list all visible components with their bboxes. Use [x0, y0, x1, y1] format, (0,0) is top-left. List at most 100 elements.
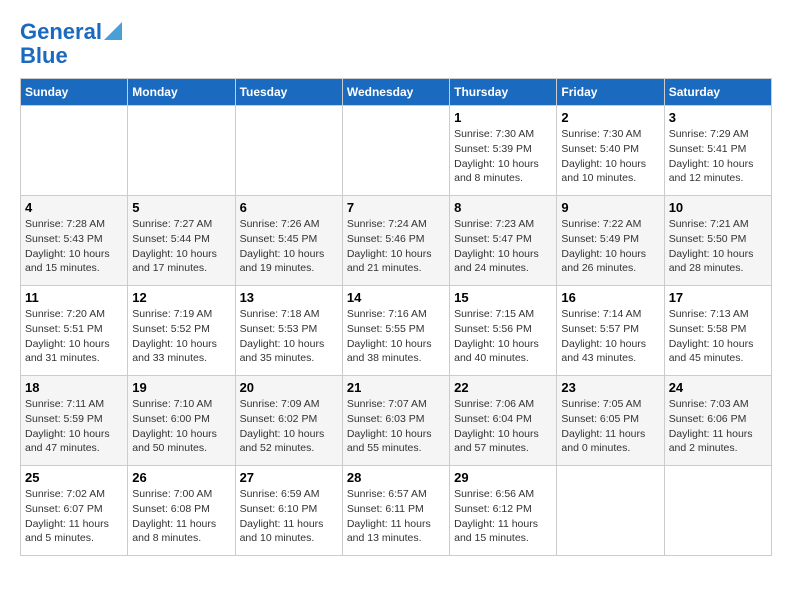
day-number: 14: [347, 290, 445, 305]
calendar-week-1: 1 Sunrise: 7:30 AM Sunset: 5:39 PM Daylig…: [21, 106, 772, 196]
day-info: Sunrise: 6:59 AM Sunset: 6:10 PM Dayligh…: [240, 487, 338, 546]
day-number: 15: [454, 290, 552, 305]
day-info: Sunrise: 6:57 AM Sunset: 6:11 PM Dayligh…: [347, 487, 445, 546]
calendar-cell: 9 Sunrise: 7:22 AM Sunset: 5:49 PM Daylig…: [557, 196, 664, 286]
day-number: 3: [669, 110, 767, 125]
calendar-week-5: 25 Sunrise: 7:02 AM Sunset: 6:07 PM Dayli…: [21, 466, 772, 556]
day-number: 18: [25, 380, 123, 395]
day-info: Sunrise: 7:29 AM Sunset: 5:41 PM Dayligh…: [669, 127, 767, 186]
day-info: Sunrise: 7:24 AM Sunset: 5:46 PM Dayligh…: [347, 217, 445, 276]
day-info: Sunrise: 7:15 AM Sunset: 5:56 PM Dayligh…: [454, 307, 552, 366]
day-number: 29: [454, 470, 552, 485]
day-info: Sunrise: 7:18 AM Sunset: 5:53 PM Dayligh…: [240, 307, 338, 366]
col-header-friday: Friday: [557, 79, 664, 106]
calendar-week-2: 4 Sunrise: 7:28 AM Sunset: 5:43 PM Daylig…: [21, 196, 772, 286]
calendar-cell: 1 Sunrise: 7:30 AM Sunset: 5:39 PM Daylig…: [450, 106, 557, 196]
day-number: 22: [454, 380, 552, 395]
day-number: 7: [347, 200, 445, 215]
col-header-thursday: Thursday: [450, 79, 557, 106]
day-info: Sunrise: 7:11 AM Sunset: 5:59 PM Dayligh…: [25, 397, 123, 456]
day-number: 10: [669, 200, 767, 215]
col-header-saturday: Saturday: [664, 79, 771, 106]
day-number: 28: [347, 470, 445, 485]
day-number: 25: [25, 470, 123, 485]
calendar-week-4: 18 Sunrise: 7:11 AM Sunset: 5:59 PM Dayli…: [21, 376, 772, 466]
day-info: Sunrise: 7:14 AM Sunset: 5:57 PM Dayligh…: [561, 307, 659, 366]
col-header-wednesday: Wednesday: [342, 79, 449, 106]
day-number: 9: [561, 200, 659, 215]
day-info: Sunrise: 7:05 AM Sunset: 6:05 PM Dayligh…: [561, 397, 659, 456]
calendar-cell: 4 Sunrise: 7:28 AM Sunset: 5:43 PM Daylig…: [21, 196, 128, 286]
calendar-cell: 8Sunrise: 7:23 AM Sunset: 5:47 PM Daylig…: [450, 196, 557, 286]
day-info: Sunrise: 7:20 AM Sunset: 5:51 PM Dayligh…: [25, 307, 123, 366]
day-number: 8: [454, 200, 552, 215]
calendar-cell: [557, 466, 664, 556]
calendar-cell: 27Sunrise: 6:59 AM Sunset: 6:10 PM Dayli…: [235, 466, 342, 556]
calendar-cell: 21Sunrise: 7:07 AM Sunset: 6:03 PM Dayli…: [342, 376, 449, 466]
calendar-cell: 29 Sunrise: 6:56 AM Sunset: 6:12 PM Dayli…: [450, 466, 557, 556]
col-header-tuesday: Tuesday: [235, 79, 342, 106]
day-number: 1: [454, 110, 552, 125]
day-number: 24: [669, 380, 767, 395]
calendar-cell: [128, 106, 235, 196]
calendar-cell: [342, 106, 449, 196]
day-number: 4: [25, 200, 123, 215]
day-info: Sunrise: 7:13 AM Sunset: 5:58 PM Dayligh…: [669, 307, 767, 366]
day-number: 23: [561, 380, 659, 395]
day-number: 19: [132, 380, 230, 395]
day-info: Sunrise: 7:07 AM Sunset: 6:03 PM Dayligh…: [347, 397, 445, 456]
calendar-cell: 5Sunrise: 7:27 AM Sunset: 5:44 PM Daylig…: [128, 196, 235, 286]
calendar-cell: [664, 466, 771, 556]
calendar-cell: 25 Sunrise: 7:02 AM Sunset: 6:07 PM Dayli…: [21, 466, 128, 556]
col-header-monday: Monday: [128, 79, 235, 106]
day-info: Sunrise: 6:56 AM Sunset: 6:12 PM Dayligh…: [454, 487, 552, 546]
calendar-cell: 15 Sunrise: 7:15 AM Sunset: 5:56 PM Dayli…: [450, 286, 557, 376]
calendar-cell: [235, 106, 342, 196]
calendar-cell: 16 Sunrise: 7:14 AM Sunset: 5:57 PM Dayli…: [557, 286, 664, 376]
calendar-week-3: 11 Sunrise: 7:20 AM Sunset: 5:51 PM Dayli…: [21, 286, 772, 376]
logo-text-blue: Blue: [20, 44, 122, 68]
day-info: Sunrise: 7:21 AM Sunset: 5:50 PM Dayligh…: [669, 217, 767, 276]
calendar-cell: 26 Sunrise: 7:00 AM Sunset: 6:08 PM Dayli…: [128, 466, 235, 556]
day-info: Sunrise: 7:16 AM Sunset: 5:55 PM Dayligh…: [347, 307, 445, 366]
calendar-cell: 18 Sunrise: 7:11 AM Sunset: 5:59 PM Dayli…: [21, 376, 128, 466]
day-number: 2: [561, 110, 659, 125]
calendar-cell: 14 Sunrise: 7:16 AM Sunset: 5:55 PM Dayli…: [342, 286, 449, 376]
day-number: 26: [132, 470, 230, 485]
calendar-cell: 10 Sunrise: 7:21 AM Sunset: 5:50 PM Dayli…: [664, 196, 771, 286]
day-number: 6: [240, 200, 338, 215]
calendar-table: SundayMondayTuesdayWednesdayThursdayFrid…: [20, 78, 772, 556]
day-info: Sunrise: 7:30 AM Sunset: 5:39 PM Dayligh…: [454, 127, 552, 186]
calendar-header-row: SundayMondayTuesdayWednesdayThursdayFrid…: [21, 79, 772, 106]
day-info: Sunrise: 7:09 AM Sunset: 6:02 PM Dayligh…: [240, 397, 338, 456]
calendar-cell: 11 Sunrise: 7:20 AM Sunset: 5:51 PM Dayli…: [21, 286, 128, 376]
day-number: 11: [25, 290, 123, 305]
calendar-cell: 13 Sunrise: 7:18 AM Sunset: 5:53 PM Dayli…: [235, 286, 342, 376]
day-number: 17: [669, 290, 767, 305]
page-header: General Blue: [20, 20, 772, 68]
day-number: 12: [132, 290, 230, 305]
calendar-cell: 3 Sunrise: 7:29 AM Sunset: 5:41 PM Daylig…: [664, 106, 771, 196]
day-info: Sunrise: 7:22 AM Sunset: 5:49 PM Dayligh…: [561, 217, 659, 276]
day-info: Sunrise: 7:06 AM Sunset: 6:04 PM Dayligh…: [454, 397, 552, 456]
calendar-cell: 2 Sunrise: 7:30 AM Sunset: 5:40 PM Daylig…: [557, 106, 664, 196]
day-number: 20: [240, 380, 338, 395]
day-info: Sunrise: 7:30 AM Sunset: 5:40 PM Dayligh…: [561, 127, 659, 186]
day-number: 16: [561, 290, 659, 305]
col-header-sunday: Sunday: [21, 79, 128, 106]
day-info: Sunrise: 7:28 AM Sunset: 5:43 PM Dayligh…: [25, 217, 123, 276]
day-info: Sunrise: 7:02 AM Sunset: 6:07 PM Dayligh…: [25, 487, 123, 546]
calendar-cell: 6Sunrise: 7:26 AM Sunset: 5:45 PM Daylig…: [235, 196, 342, 286]
logo: General Blue: [20, 20, 122, 68]
calendar-cell: 24 Sunrise: 7:03 AM Sunset: 6:06 PM Dayli…: [664, 376, 771, 466]
calendar-cell: [21, 106, 128, 196]
day-number: 13: [240, 290, 338, 305]
logo-bird-icon: [104, 22, 122, 40]
logo-text-general: General: [20, 20, 102, 44]
day-info: Sunrise: 7:03 AM Sunset: 6:06 PM Dayligh…: [669, 397, 767, 456]
calendar-cell: 23 Sunrise: 7:05 AM Sunset: 6:05 PM Dayli…: [557, 376, 664, 466]
calendar-cell: 7 Sunrise: 7:24 AM Sunset: 5:46 PM Daylig…: [342, 196, 449, 286]
day-info: Sunrise: 7:00 AM Sunset: 6:08 PM Dayligh…: [132, 487, 230, 546]
calendar-cell: 19Sunrise: 7:10 AM Sunset: 6:00 PM Dayli…: [128, 376, 235, 466]
day-number: 5: [132, 200, 230, 215]
